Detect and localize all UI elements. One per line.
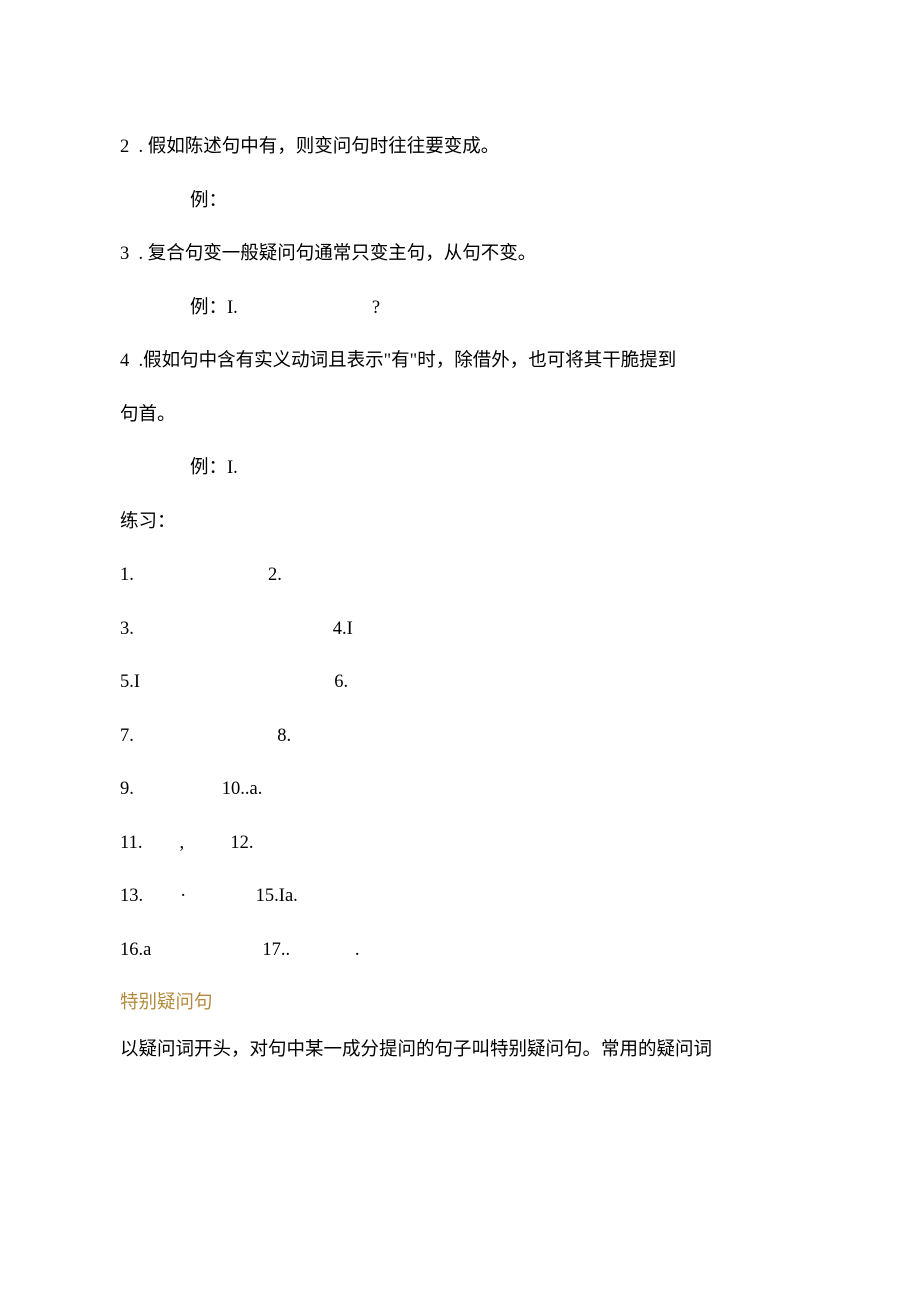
item-4-b: 句首。 bbox=[120, 406, 808, 425]
practice-row-6: 11. , 12. bbox=[120, 834, 808, 853]
item-2: 2 . 假如陈述句中有，则变问句时往往要变成。 bbox=[120, 138, 808, 157]
document-page: 2 . 假如陈述句中有，则变问句时往往要变成。 例： 3 . 复合句变一般疑问句… bbox=[0, 0, 920, 1301]
item-3-example: 例：I. ? bbox=[120, 299, 808, 318]
item-3: 3 . 复合句变一般疑问句通常只变主句，从句不变。 bbox=[120, 245, 808, 264]
practice-label: 练习： bbox=[120, 513, 808, 532]
practice-row-5: 9. 10..a. bbox=[120, 780, 808, 799]
item-2-example: 例： bbox=[120, 192, 808, 211]
special-question-intro: 以疑问词开头，对句中某一成分提问的句子叫特别疑问句。常用的疑问词 bbox=[120, 1041, 808, 1060]
section-heading-special-question: 特别疑问句 bbox=[120, 994, 808, 1013]
item-4-a: 4 .假如句中含有实义动词且表示"有"时，除借外，也可将其干脆提到 bbox=[120, 352, 808, 371]
item-4-example: 例：I. bbox=[120, 459, 808, 478]
practice-row-7: 13. · 15.Ia. bbox=[120, 887, 808, 906]
practice-row-4: 7. 8. bbox=[120, 727, 808, 746]
practice-row-3: 5.I 6. bbox=[120, 673, 808, 692]
practice-row-8: 16.a 17.. . bbox=[120, 941, 808, 960]
practice-row-1: 1. 2. bbox=[120, 566, 808, 585]
practice-row-2: 3. 4.I bbox=[120, 620, 808, 639]
